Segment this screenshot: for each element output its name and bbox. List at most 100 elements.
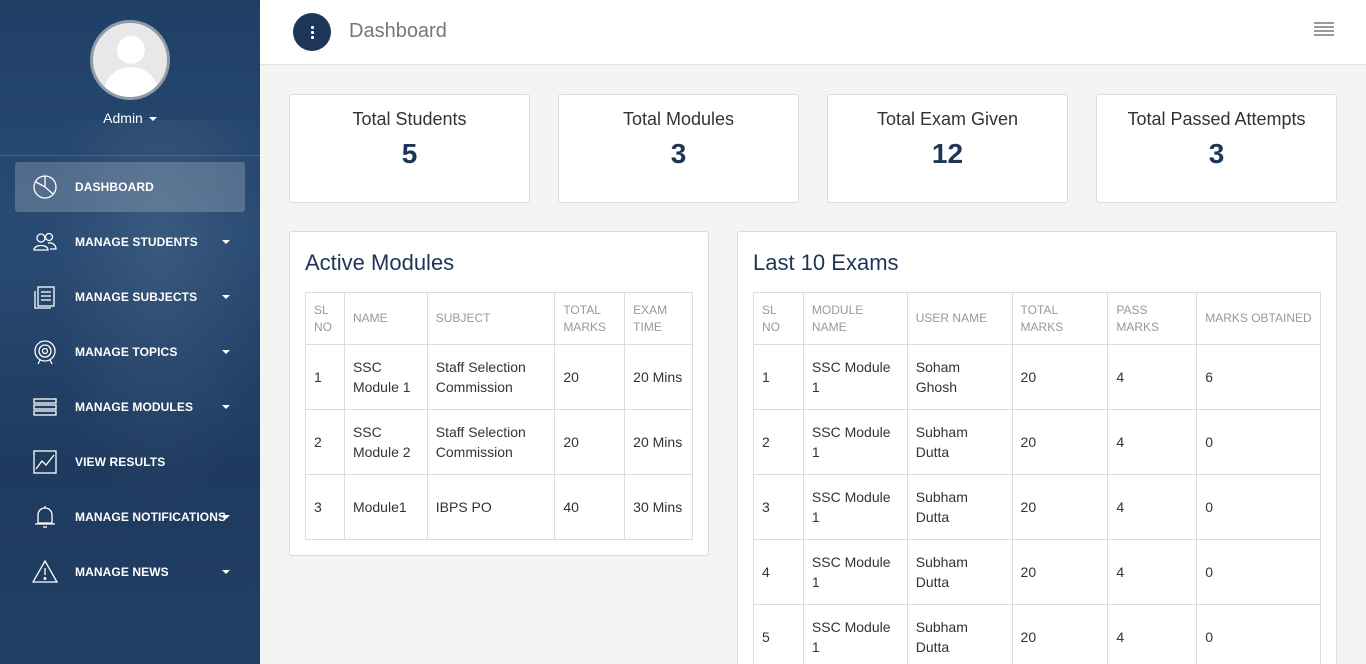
table-cell: 4 [1107, 539, 1198, 605]
sidebar-item-manage-notifications[interactable]: MANAGE NOTIFICATIONS [15, 492, 245, 542]
stat-value: 12 [931, 138, 964, 169]
table-cell: Subham Dutta [906, 539, 1013, 605]
last-exams-panel: Last 10 Exams SL NO MODULE NAME USER NAM… [737, 231, 1337, 664]
active-modules-panel: Active Modules SL NO NAME SUBJECT TOTAL … [289, 231, 709, 556]
table-row: 1 SSC Module 1 Staff Selection Commissio… [305, 344, 693, 410]
panel-title: Active Modules [305, 250, 455, 275]
table-cell: 0 [1196, 409, 1321, 475]
users-icon [30, 227, 60, 257]
table-cell: 20 [1011, 604, 1109, 664]
table-cell: 0 [1196, 474, 1321, 540]
user-menu[interactable]: Admin [0, 110, 260, 126]
last-exams-table: SL NO MODULE NAME USER NAME TOTAL MARKS … [753, 292, 1321, 664]
table-cell: 20 [1011, 409, 1109, 475]
table-cell: Subham Dutta [906, 409, 1013, 475]
page-title: Dashboard [349, 20, 447, 42]
table-cell: Subham Dutta [906, 604, 1013, 664]
table-cell: SSC Module 2 [343, 409, 428, 475]
target-icon [30, 337, 60, 367]
table-cell: 6 [1196, 344, 1321, 410]
table-row: 1 SSC Module 1 Soham Ghosh 20 4 6 [753, 344, 1321, 410]
stat-card-total-exam-given: Total Exam Given 12 [827, 94, 1068, 203]
table-row: 4 SSC Module 1 Subham Dutta 20 4 0 [753, 539, 1321, 605]
stat-card-total-passed-attempts: Total Passed Attempts 3 [1096, 94, 1337, 203]
sidebar-item-manage-topics[interactable]: MANAGE TOPICS [15, 327, 245, 377]
table-cell: 0 [1196, 539, 1321, 605]
sidebar-item-manage-news[interactable]: MANAGE NEWS [15, 547, 245, 597]
table-cell: 3 [305, 474, 345, 540]
table-cell: 2 [305, 409, 345, 475]
chevron-down-icon [222, 405, 230, 409]
stat-label: Total Modules [622, 109, 735, 129]
chevron-down-icon [222, 295, 230, 299]
table-cell: 40 [554, 474, 626, 540]
bell-icon [30, 502, 60, 532]
table-cell: Module1 [343, 474, 428, 540]
stat-label: Total Students [352, 109, 467, 129]
table-cell: 2 [753, 409, 804, 475]
table-cell: 5 [753, 604, 804, 664]
table-cell: 20 [1011, 539, 1109, 605]
table-cell: 4 [1107, 604, 1198, 664]
table-row: 3 Module1 IBPS PO 40 30 Mins [305, 474, 693, 540]
sidebar: Admin DASHBOARD MANAGE STUDENTS MANAGE S… [0, 0, 260, 664]
layers-icon [30, 392, 60, 422]
chevron-down-icon [222, 515, 230, 519]
avatar[interactable] [90, 20, 170, 100]
sidebar-item-dashboard[interactable]: DASHBOARD [15, 162, 245, 212]
sidebar-item-manage-students[interactable]: MANAGE STUDENTS [15, 217, 245, 267]
table-cell: 1 [753, 344, 804, 410]
menu-toggle-button[interactable] [293, 13, 331, 51]
table-cell: Soham Ghosh [906, 344, 1013, 410]
chevron-down-icon [222, 240, 230, 244]
line-chart-icon [30, 447, 60, 477]
table-row: 2 SSC Module 1 Subham Dutta 20 4 0 [753, 409, 1321, 475]
table-cell: 3 [753, 474, 804, 540]
table-cell: SSC Module 1 [343, 344, 428, 410]
column-header: NAME [343, 292, 428, 345]
table-cell: 20 [1011, 344, 1109, 410]
sidebar-item-label: MANAGE NOTIFICATIONS [75, 510, 227, 524]
table-cell: Subham Dutta [906, 474, 1013, 540]
table-cell: SSC Module 1 [802, 409, 908, 475]
column-header: TOTAL MARKS [1011, 292, 1109, 345]
sidebar-item-manage-modules[interactable]: MANAGE MODULES [15, 382, 245, 432]
table-cell: 4 [753, 539, 804, 605]
column-header: SL NO [753, 292, 804, 345]
sidebar-item-label: MANAGE STUDENTS [75, 235, 198, 249]
stat-card-total-modules: Total Modules 3 [558, 94, 799, 203]
column-header: PASS MARKS [1107, 292, 1198, 345]
sidebar-item-label: DASHBOARD [75, 180, 154, 194]
more-vertical-icon [310, 25, 314, 39]
column-header: MARKS OBTAINED [1196, 292, 1321, 345]
table-cell: 20 [554, 409, 626, 475]
table-cell: 0 [1196, 604, 1321, 664]
table-cell: 20 [1011, 474, 1109, 540]
table-cell: 20 [554, 344, 626, 410]
sidebar-item-label: MANAGE TOPICS [75, 345, 178, 359]
table-cell: Staff Selection Commission [426, 344, 556, 410]
column-header: SUBJECT [426, 292, 556, 345]
table-cell: 1 [305, 344, 345, 410]
stat-value: 3 [670, 138, 687, 169]
table-cell: IBPS PO [426, 474, 556, 540]
column-header: TOTAL MARKS [554, 292, 626, 345]
document-icon [30, 282, 60, 312]
sidebar-item-manage-subjects[interactable]: MANAGE SUBJECTS [15, 272, 245, 322]
sidebar-item-label: MANAGE SUBJECTS [75, 290, 198, 304]
column-header: EXAM TIME [624, 292, 693, 345]
top-bar: Dashboard [260, 0, 1366, 65]
table-cell: 20 Mins [624, 409, 693, 475]
sidebar-item-view-results[interactable]: VIEW RESULTS [15, 437, 245, 487]
stat-value: 3 [1208, 138, 1225, 169]
column-header: MODULE NAME [802, 292, 908, 345]
sidebar-item-label: MANAGE MODULES [75, 400, 194, 414]
panel-title: Last 10 Exams [753, 250, 899, 275]
list-icon[interactable] [1314, 22, 1334, 39]
table-row: 5 SSC Module 1 Subham Dutta 20 4 0 [753, 604, 1321, 664]
table-cell: SSC Module 1 [802, 474, 908, 540]
stat-value: 5 [401, 138, 418, 169]
table-header-row: SL NO MODULE NAME USER NAME TOTAL MARKS … [753, 292, 1321, 345]
chevron-down-icon [148, 117, 157, 122]
stat-label: Total Passed Attempts [1127, 109, 1306, 129]
